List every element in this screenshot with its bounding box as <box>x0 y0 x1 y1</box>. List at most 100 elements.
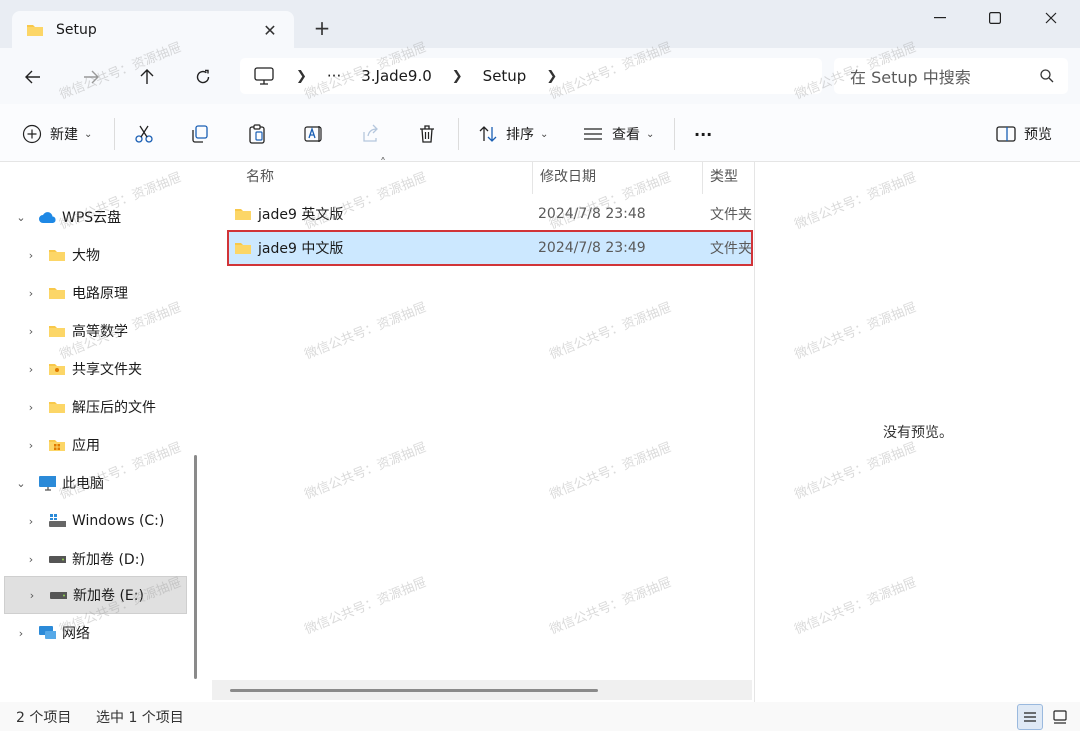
chevron-right-icon[interactable]: › <box>24 363 38 376</box>
sidebar-item-label: 共享文件夹 <box>72 362 142 378</box>
column-header-type[interactable]: 类型 <box>710 166 738 186</box>
file-row-selected[interactable]: jade9 中文版 2024/7/8 23:49 文件夹 <box>227 230 753 266</box>
view-button[interactable]: 查看 ⌄ <box>582 120 654 148</box>
maximize-button[interactable] <box>975 4 1015 32</box>
chevron-right-icon: ❯ <box>451 68 463 84</box>
refresh-icon <box>196 69 210 84</box>
tab-setup[interactable]: Setup ✕ <box>12 11 294 49</box>
sidebar-item-drive-e[interactable]: › 新加卷 (E:) <box>4 576 187 614</box>
column-divider[interactable] <box>532 162 533 194</box>
delete-button[interactable] <box>417 120 437 148</box>
column-header-name[interactable]: 名称 <box>246 166 274 186</box>
status-bar: 2 个项目 选中 1 个项目 <box>0 702 1080 731</box>
sidebar-item-label: 高等数学 <box>72 324 128 340</box>
sidebar-item-label: WPS云盘 <box>62 210 122 226</box>
sidebar-scrollbar[interactable] <box>194 455 197 679</box>
drive-icon <box>48 551 66 567</box>
forward-button[interactable] <box>76 62 106 92</box>
chevron-right-icon[interactable]: › <box>25 589 39 602</box>
copy-button[interactable] <box>190 120 210 148</box>
file-type: 文件夹 <box>710 241 752 257</box>
chevron-right-icon[interactable]: › <box>24 249 38 262</box>
sidebar-item-apps[interactable]: › 应用 <box>24 426 210 464</box>
new-tab-button[interactable]: + <box>310 16 334 40</box>
title-bar: Setup ✕ + <box>0 0 1080 49</box>
sort-icon <box>479 126 497 142</box>
sidebar-item-math[interactable]: › 高等数学 <box>24 312 210 350</box>
search-box[interactable]: 在 Setup 中搜索 <box>834 58 1068 94</box>
refresh-button[interactable] <box>188 62 218 92</box>
back-button[interactable] <box>18 62 48 92</box>
chevron-right-icon[interactable]: › <box>14 627 28 640</box>
share-button[interactable] <box>360 120 380 148</box>
sidebar-item-drive-c[interactable]: › Windows (C:) <box>24 502 210 540</box>
sidebar-item-network[interactable]: › 网络 <box>14 614 200 652</box>
sidebar-item-dawu[interactable]: › 大物 <box>24 236 210 274</box>
preview-pane-button[interactable]: 预览 <box>996 120 1052 148</box>
up-button[interactable] <box>132 62 162 92</box>
cut-button[interactable] <box>134 120 154 148</box>
list-view-icon <box>584 128 602 140</box>
breadcrumb-setup[interactable]: Setup <box>483 67 527 85</box>
shared-folder-icon <box>48 361 66 377</box>
folder-icon <box>27 25 43 36</box>
cloud-icon <box>38 209 56 225</box>
file-date: 2024/7/8 23:48 <box>538 206 646 222</box>
search-input[interactable]: 在 Setup 中搜索 <box>850 64 1040 88</box>
sidebar-item-extracted[interactable]: › 解压后的文件 <box>24 388 210 426</box>
chevron-right-icon[interactable]: ❯ <box>546 69 557 84</box>
file-date: 2024/7/8 23:49 <box>538 240 646 256</box>
close-window-button[interactable] <box>1031 4 1071 32</box>
sort-button[interactable]: 排序 ⌄ <box>478 120 548 148</box>
file-row[interactable]: jade9 英文版 2024/7/8 23:48 文件夹 <box>228 197 752 231</box>
plus-circle-icon <box>22 124 42 144</box>
chevron-right-icon[interactable]: › <box>24 439 38 452</box>
sidebar-item-label: 应用 <box>72 438 100 454</box>
horizontal-scrollbar[interactable] <box>230 689 598 692</box>
sidebar-item-label: 解压后的文件 <box>72 400 156 416</box>
chevron-down-icon[interactable]: ⌄ <box>14 477 28 490</box>
clipboard-icon <box>249 124 265 144</box>
sidebar-item-label: Windows (C:) <box>72 513 165 529</box>
breadcrumb-jade[interactable]: 3.Jade9.0 <box>361 67 432 85</box>
chevron-down-icon: ⌄ <box>84 128 93 140</box>
rename-icon <box>304 126 322 142</box>
tiles-view-button[interactable] <box>1047 704 1073 730</box>
minimize-button[interactable] <box>920 4 960 32</box>
preview-message: 没有预览。 <box>883 425 953 441</box>
preview-pane: 没有预览。 <box>754 162 1080 702</box>
chevron-down-icon[interactable]: ⌄ <box>14 211 28 224</box>
divider <box>114 118 115 150</box>
column-divider[interactable] <box>702 162 703 194</box>
sidebar-item-label: 新加卷 (E:) <box>73 588 144 604</box>
column-header-date[interactable]: 修改日期 <box>540 166 596 186</box>
drive-icon <box>49 587 67 603</box>
chevron-right-icon[interactable]: › <box>24 287 38 300</box>
windows-drive-icon <box>48 513 66 529</box>
breadcrumb-ellipsis[interactable]: ··· <box>327 67 341 85</box>
rename-button[interactable] <box>303 120 325 148</box>
more-options-button[interactable]: ··· <box>694 120 712 148</box>
sidebar-item-drive-d[interactable]: › 新加卷 (D:) <box>24 540 210 578</box>
navigation-pane: ⌄ WPS云盘 › 大物 › 电路原理 › 高等数学 › 共享文件夹 › 解压后… <box>0 162 196 702</box>
chevron-right-icon[interactable]: › <box>24 553 38 566</box>
chevron-right-icon[interactable]: › <box>24 325 38 338</box>
folder-icon <box>48 247 66 263</box>
sidebar-item-label: 网络 <box>62 626 90 642</box>
paste-button[interactable] <box>247 120 267 148</box>
sidebar-item-label: 电路原理 <box>72 286 128 302</box>
close-tab-icon[interactable]: ✕ <box>260 21 280 40</box>
chevron-right-icon[interactable]: › <box>24 515 38 528</box>
computer-icon <box>254 67 274 85</box>
sidebar-item-this-pc[interactable]: ⌄ 此电脑 <box>14 464 200 502</box>
arrow-left-icon <box>25 70 40 84</box>
sidebar-item-wps-cloud[interactable]: ⌄ WPS云盘 <box>14 198 200 236</box>
new-button[interactable]: 新建 ⌄ <box>22 120 92 148</box>
sidebar-item-circuit[interactable]: › 电路原理 <box>24 274 210 312</box>
address-bar[interactable]: ❯ ··· 3.Jade9.0 ❯ Setup ❯ <box>240 58 822 94</box>
sidebar-item-shared[interactable]: › 共享文件夹 <box>24 350 210 388</box>
chevron-right-icon[interactable]: › <box>24 401 38 414</box>
copy-icon <box>192 125 208 143</box>
details-view-button[interactable] <box>1017 704 1043 730</box>
view-label: 查看 <box>612 127 640 143</box>
